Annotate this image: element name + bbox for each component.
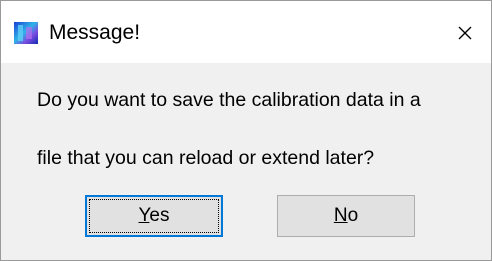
no-button-label: No [334,205,358,227]
no-accelerator-key: N [333,205,348,226]
window-title: Message! [49,21,141,44]
focus-rectangle [89,199,219,233]
message-line-1: Do you want to save the calibration data… [37,89,421,111]
yes-button[interactable]: Yes [85,195,223,237]
message-text: Do you want to save the calibration data… [37,88,477,204]
message-dialog: Message! Do you want to save the calibra… [0,0,492,261]
close-icon [458,26,472,40]
title-bar: Message! [1,1,491,63]
application-icon [14,22,38,44]
no-button[interactable]: No [277,195,415,237]
close-button[interactable] [447,15,483,51]
no-label-rest: o [347,205,359,226]
